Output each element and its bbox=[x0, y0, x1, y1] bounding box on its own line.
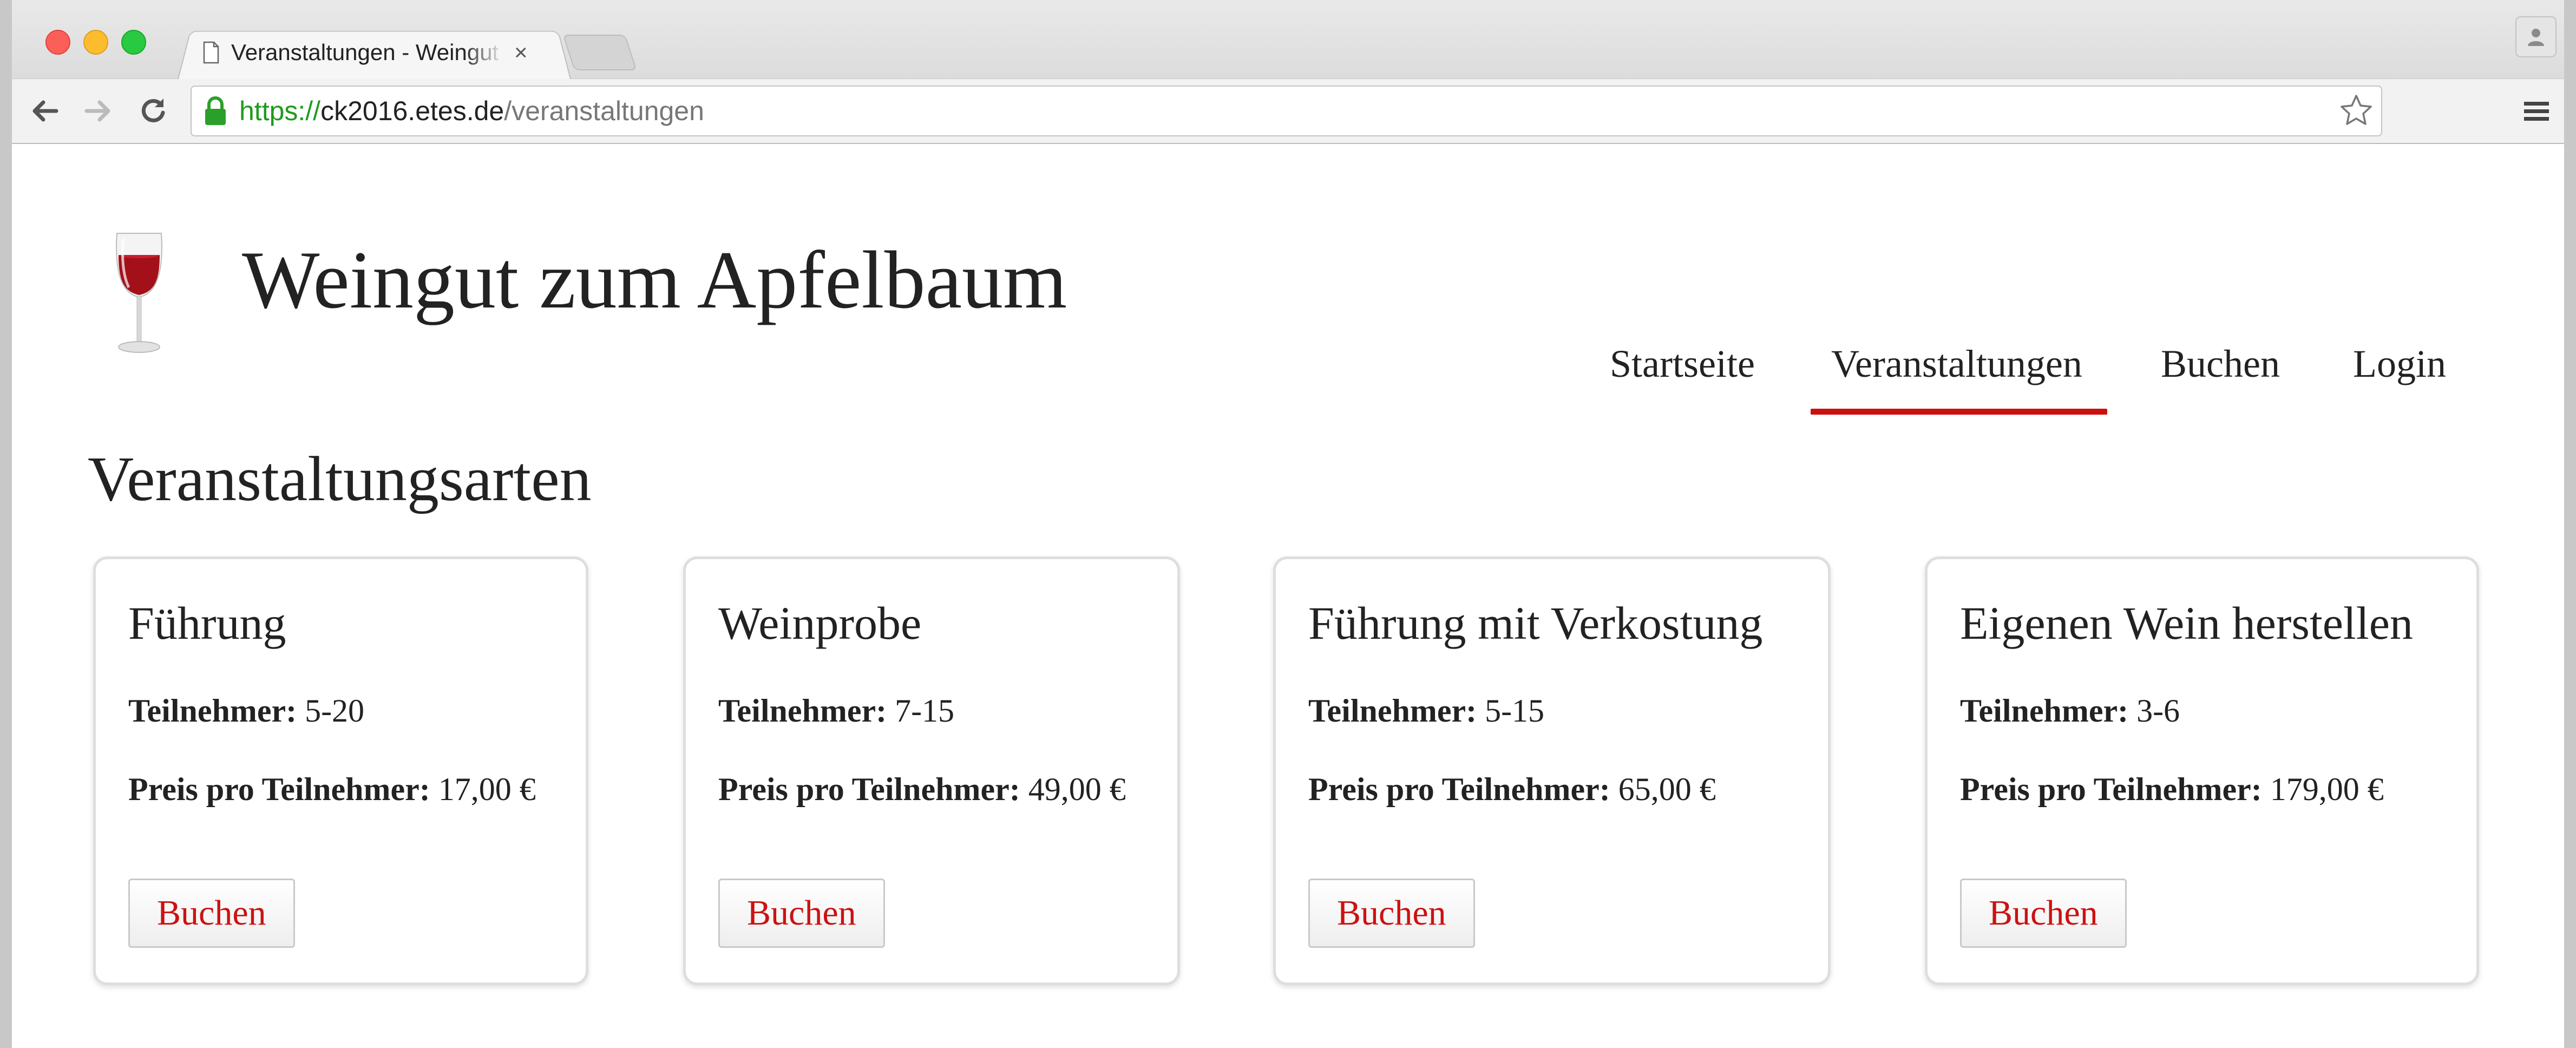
url-text: https://ck2016.etes.de/veranstaltungen bbox=[239, 95, 704, 127]
browser-tab-content[interactable]: Veranstaltungen - Weingut zum Apfelbaum … bbox=[199, 26, 545, 78]
nav-login[interactable]: Login bbox=[2353, 344, 2446, 383]
event-card: Eigenen Wein herstellen Teilnehmer: 3-6 … bbox=[1925, 556, 2479, 985]
window-frame-left bbox=[0, 0, 12, 1048]
event-price: Preis pro Teilnehmer: 179,00 € bbox=[1960, 773, 2384, 805]
url-scheme: https:// bbox=[239, 96, 321, 126]
participants-value: 5-20 bbox=[305, 693, 365, 729]
back-button[interactable] bbox=[24, 90, 66, 132]
event-participants: Teilnehmer: 5-15 bbox=[1308, 695, 1544, 727]
price-label: Preis pro Teilnehmer: bbox=[718, 771, 1020, 807]
page-content: Weingut zum Apfelbaum Startseite Veranst… bbox=[12, 144, 2564, 1048]
bookmark-star-icon[interactable] bbox=[2339, 93, 2374, 128]
participants-label: Teilnehmer: bbox=[1308, 693, 1477, 729]
section-title: Veranstaltungsarten bbox=[88, 443, 592, 514]
reload-icon bbox=[141, 99, 165, 122]
participants-value: 7-15 bbox=[895, 693, 955, 729]
event-price: Preis pro Teilnehmer: 49,00 € bbox=[718, 773, 1126, 805]
event-title: Eigenen Wein herstellen bbox=[1960, 597, 2413, 649]
participants-label: Teilnehmer: bbox=[1960, 693, 2129, 729]
arrow-left-icon bbox=[32, 100, 58, 122]
browser-toolbar: https://ck2016.etes.de/veranstaltungen bbox=[12, 79, 2564, 144]
participants-value: 3-6 bbox=[2136, 693, 2180, 729]
participants-label: Teilnehmer: bbox=[718, 693, 887, 729]
book-button[interactable]: Buchen bbox=[1308, 879, 1475, 948]
price-label: Preis pro Teilnehmer: bbox=[1308, 771, 1610, 807]
event-card: Führung Teilnehmer: 5-20 Preis pro Teiln… bbox=[93, 556, 588, 985]
wine-glass-icon bbox=[109, 228, 169, 358]
browser-window: Veranstaltungen - Weingut zum Apfelbaum … bbox=[0, 0, 2576, 1048]
event-title: Weinprobe bbox=[718, 597, 922, 649]
site-title[interactable]: Weingut zum Apfelbaum bbox=[242, 239, 1067, 321]
event-title: Führung bbox=[128, 597, 286, 649]
window-minimize-button[interactable] bbox=[83, 30, 108, 55]
book-button[interactable]: Buchen bbox=[718, 879, 885, 948]
price-label: Preis pro Teilnehmer: bbox=[1960, 771, 2262, 807]
participants-value: 5-15 bbox=[1485, 693, 1545, 729]
url-host: ck2016.etes.de bbox=[320, 96, 504, 126]
book-button[interactable]: Buchen bbox=[128, 879, 295, 948]
price-value: 49,00 € bbox=[1028, 771, 1126, 807]
arrow-right-icon bbox=[84, 100, 110, 122]
window-maximize-button[interactable] bbox=[121, 30, 146, 55]
browser-menu-button[interactable] bbox=[2515, 90, 2558, 132]
tab-close-icon[interactable]: × bbox=[514, 41, 528, 64]
forward-button[interactable] bbox=[77, 90, 119, 132]
page-icon bbox=[203, 41, 219, 64]
window-close-button[interactable] bbox=[45, 30, 70, 55]
tab-strip: Veranstaltungen - Weingut zum Apfelbaum … bbox=[12, 0, 2564, 81]
event-participants: Teilnehmer: 5-20 bbox=[128, 695, 364, 727]
reload-button[interactable] bbox=[132, 90, 174, 132]
event-price: Preis pro Teilnehmer: 17,00 € bbox=[128, 773, 536, 805]
new-tab-button[interactable] bbox=[562, 35, 637, 70]
window-frame-right bbox=[2564, 0, 2576, 1048]
profile-button[interactable] bbox=[2515, 16, 2557, 57]
nav-startseite[interactable]: Startseite bbox=[1610, 344, 1755, 383]
nav-veranstaltungen[interactable]: Veranstaltungen bbox=[1831, 344, 2082, 383]
event-card: Weinprobe Teilnehmer: 7-15 Preis pro Tei… bbox=[683, 556, 1180, 985]
hamburger-menu-icon bbox=[2524, 102, 2549, 121]
url-path: /veranstaltungen bbox=[504, 96, 704, 126]
active-nav-indicator bbox=[1811, 409, 2107, 415]
lock-icon bbox=[204, 96, 227, 126]
address-bar[interactable]: https://ck2016.etes.de/veranstaltungen bbox=[191, 86, 2382, 136]
price-value: 179,00 € bbox=[2270, 771, 2384, 807]
event-card: Führung mit Verkostung Teilnehmer: 5-15 … bbox=[1273, 556, 1831, 985]
price-value: 65,00 € bbox=[1618, 771, 1716, 807]
price-value: 17,00 € bbox=[438, 771, 536, 807]
tab-title: Veranstaltungen - Weingut zum Apfelbaum bbox=[231, 39, 504, 65]
event-price: Preis pro Teilnehmer: 65,00 € bbox=[1308, 773, 1716, 805]
person-icon bbox=[2528, 29, 2544, 46]
participants-label: Teilnehmer: bbox=[128, 693, 297, 729]
event-participants: Teilnehmer: 7-15 bbox=[718, 695, 954, 727]
nav-buchen[interactable]: Buchen bbox=[2161, 344, 2280, 383]
price-label: Preis pro Teilnehmer: bbox=[128, 771, 430, 807]
book-button[interactable]: Buchen bbox=[1960, 879, 2127, 948]
event-title: Führung mit Verkostung bbox=[1308, 597, 1763, 649]
event-participants: Teilnehmer: 3-6 bbox=[1960, 695, 2180, 727]
